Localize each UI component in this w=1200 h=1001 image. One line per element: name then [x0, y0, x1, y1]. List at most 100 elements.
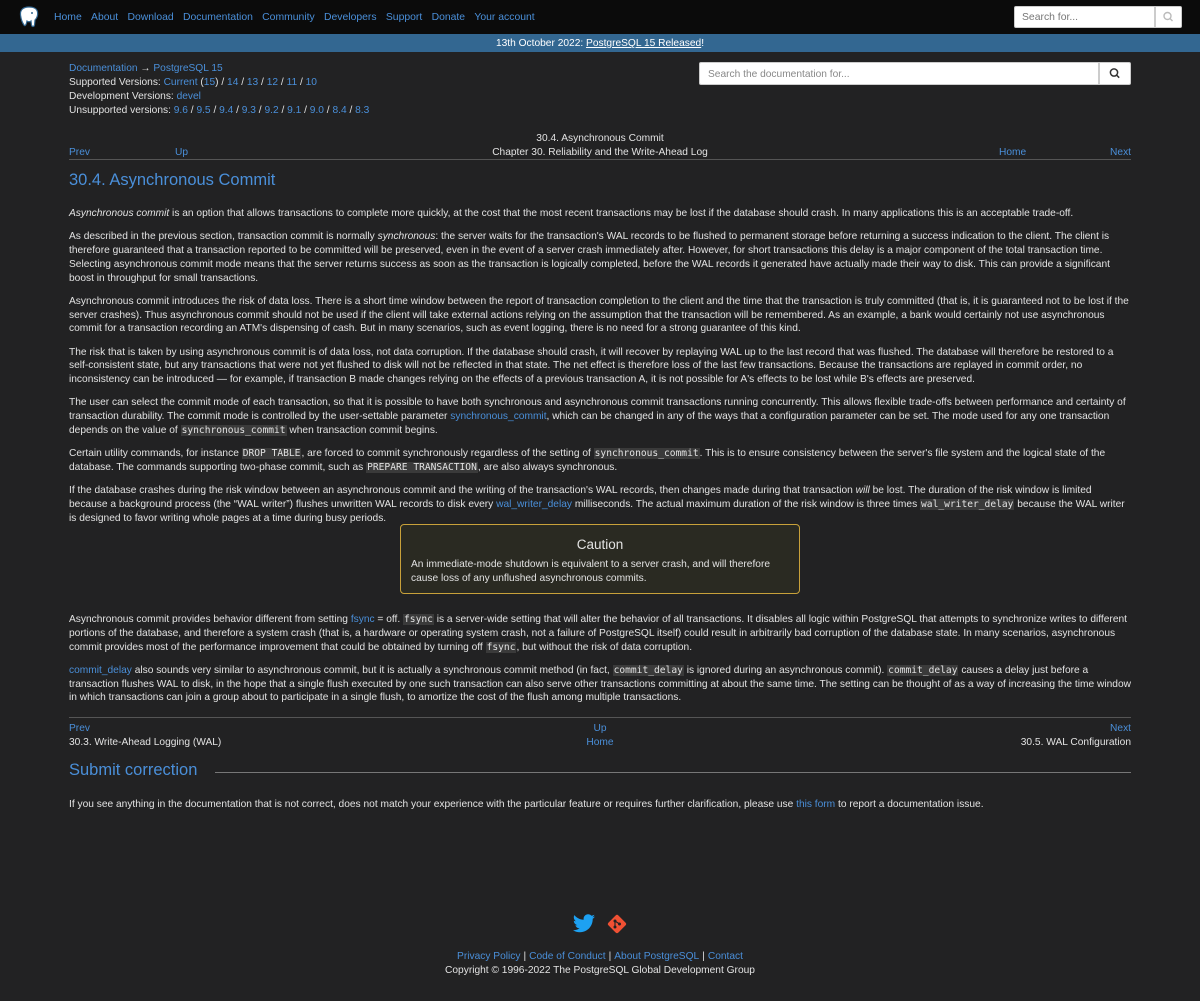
privacy-policy-link[interactable]: Privacy Policy — [457, 951, 520, 962]
version-current[interactable]: Current — [164, 77, 198, 88]
paragraph-7: If the database crashes during the risk … — [69, 484, 1131, 525]
nav-about[interactable]: About — [91, 11, 118, 25]
p9-code-2: commit_delay — [887, 664, 959, 676]
submit-text-a: If you see anything in the documentation… — [69, 799, 797, 810]
breadcrumb-current[interactable]: PostgreSQL 15 — [153, 63, 222, 74]
p8-text-d: , but without the risk of data corruptio… — [516, 641, 693, 653]
p8-code-fsync: fsync — [403, 614, 434, 625]
p8-text-b: = off. — [374, 614, 404, 625]
version-9-4[interactable]: 9.4 — [219, 105, 233, 116]
banner-date: 13th October 2022: — [495, 38, 587, 49]
postgresql-elephant-logo[interactable] — [19, 6, 39, 28]
paragraph-4: The risk that is taken by using asynchro… — [69, 346, 1114, 386]
version-10[interactable]: 10 — [306, 77, 317, 88]
version-11[interactable]: 11 — [287, 77, 298, 88]
nav-support[interactable]: Support — [386, 11, 422, 25]
version-devel[interactable]: devel — [177, 91, 201, 102]
page-title: 30.4. Asynchronous Commit — [69, 171, 276, 189]
fsync-link[interactable]: fsync — [351, 614, 375, 625]
version-9-6[interactable]: 9.6 — [174, 105, 188, 116]
supported-label: Supported Versions: — [69, 77, 164, 88]
nav-download[interactable]: Download — [127, 11, 173, 25]
synchronous-commit-link[interactable]: synchronous_commit — [450, 411, 546, 422]
caution-title: Caution — [576, 537, 624, 552]
unsupported-label: Unsupported versions: — [69, 105, 174, 116]
version-14[interactable]: 14 — [227, 77, 238, 88]
contact-link[interactable]: Contact — [708, 951, 743, 962]
p6-text-a: Certain utility commands, for instance — [69, 448, 242, 460]
breadcrumb-arrow: → — [137, 63, 154, 74]
submit-correction-header: Submit correction — [69, 762, 1131, 784]
version-13[interactable]: 13 — [247, 77, 258, 88]
about-postgresql-link[interactable]: About PostgreSQL — [614, 951, 699, 962]
version-8-4[interactable]: 8.4 — [332, 105, 346, 116]
paragraph-8: Asynchronous commit provides behavior di… — [69, 613, 1131, 654]
site-search-button[interactable] — [1155, 6, 1182, 28]
header-chapter-title: Chapter 30. Reliability and the Write-Ah… — [492, 147, 708, 158]
footer-separator: | — [608, 951, 612, 962]
commit-delay-link[interactable]: commit_delay — [69, 665, 132, 676]
git-icon[interactable] — [606, 913, 628, 935]
version-9-5[interactable]: 9.5 — [196, 105, 210, 116]
submit-text-b: to report a documentation issue. — [835, 799, 984, 810]
search-icon — [1109, 68, 1120, 79]
p9-text-a: also sounds very similar to asynchronous… — [131, 664, 613, 676]
nav-developers[interactable]: Developers — [324, 11, 377, 25]
version-9-0[interactable]: 9.0 — [310, 105, 324, 116]
caution-text: An immediate-mode shutdown is equivalent… — [411, 558, 771, 584]
paragraph-6: Certain utility commands, for instance D… — [69, 447, 1131, 475]
version-8-3[interactable]: 8.3 — [355, 105, 369, 116]
code-of-conduct-link[interactable]: Code of Conduct — [529, 951, 605, 962]
p5-code: synchronous_commit — [180, 424, 287, 436]
p6-text-b: , are forced to commit synchronously reg… — [301, 448, 594, 460]
breadcrumb-documentation[interactable]: Documentation — [69, 63, 138, 74]
submit-divider — [215, 772, 1131, 773]
version-12[interactable]: 12 — [267, 77, 278, 88]
site-footer: Privacy Policy | Code of Conduct | About Pos… — [0, 950, 1200, 978]
paragraph-5: The user can select the commit mode of e… — [69, 396, 1131, 437]
supported-versions: Supported Versions: Current (15) / 14 / … — [69, 77, 317, 88]
doc-body-continued: Asynchronous commit provides behavior di… — [69, 613, 1131, 715]
wal-writer-delay-link[interactable]: wal_writer_delay — [496, 499, 572, 510]
caution-box: Caution An immediate-mode shutdown is eq… — [400, 524, 800, 594]
nav-donate[interactable]: Donate — [432, 11, 466, 25]
version-9-2[interactable]: 9.2 — [264, 105, 278, 116]
p6-code-synchronous-commit: synchronous_commit — [593, 448, 700, 460]
p7-text-c: milliseconds. The actual maximum duratio… — [571, 498, 921, 510]
nav-community[interactable]: Community — [262, 11, 315, 25]
p7-code: wal_writer_delay — [920, 498, 1015, 510]
p8-code-fsync-2: fsync — [485, 641, 517, 653]
header-home-link[interactable]: Home — [999, 146, 1026, 160]
p1-emphasis: Asynchronous commit — [69, 208, 170, 219]
footer-separator: | — [523, 951, 527, 962]
this-form-link[interactable]: this form — [796, 799, 835, 810]
doc-header-nav: 30.4. Asynchronous Commit Chapter 30. Re… — [69, 132, 1131, 160]
site-search-input[interactable]: Search for... — [1014, 6, 1155, 28]
footer-next-link[interactable]: Next — [1110, 722, 1131, 736]
version-current-num[interactable]: 15 — [204, 77, 215, 88]
footer-up-link[interactable]: Up — [69, 722, 1131, 736]
doc-body: Asynchronous commit is an option that al… — [69, 207, 1131, 535]
footer-links: Privacy Policy | Code of Conduct | About Pos… — [0, 950, 1200, 964]
twitter-icon[interactable] — [572, 913, 596, 935]
version-9-3[interactable]: 9.3 — [242, 105, 256, 116]
header-prev-link[interactable]: Prev — [69, 146, 90, 160]
doc-search-button[interactable] — [1099, 62, 1131, 85]
release-banner: 13th October 2022: PostgreSQL 15 Release… — [0, 34, 1200, 52]
version-9-1[interactable]: 9.1 — [287, 105, 301, 116]
submit-correction-text: If you see anything in the documentation… — [69, 798, 984, 812]
nav-home[interactable]: Home — [54, 11, 82, 25]
nav-documentation[interactable]: Documentation — [183, 11, 253, 25]
footer-home-link[interactable]: Home — [69, 736, 1131, 750]
paragraph-9: commit_delay also sounds very similar to… — [69, 664, 1131, 705]
nav-your-account[interactable]: Your account — [474, 11, 534, 25]
banner-release-link[interactable]: PostgreSQL 15 Released — [586, 38, 701, 49]
header-up-link[interactable]: Up — [175, 146, 188, 160]
paragraph-3: Asynchronous commit introduces the risk … — [69, 295, 1129, 335]
p6-code-prepare-transaction: PREPARE TRANSACTION — [366, 461, 478, 473]
unsupported-versions: Unsupported versions: 9.6 / 9.5 / 9.4 / … — [69, 105, 370, 116]
search-icon — [1163, 11, 1173, 22]
p2-emphasis: synchronous — [377, 231, 436, 243]
header-next-link[interactable]: Next — [1110, 146, 1131, 160]
doc-search-input[interactable]: Search the documentation for... — [699, 62, 1099, 85]
